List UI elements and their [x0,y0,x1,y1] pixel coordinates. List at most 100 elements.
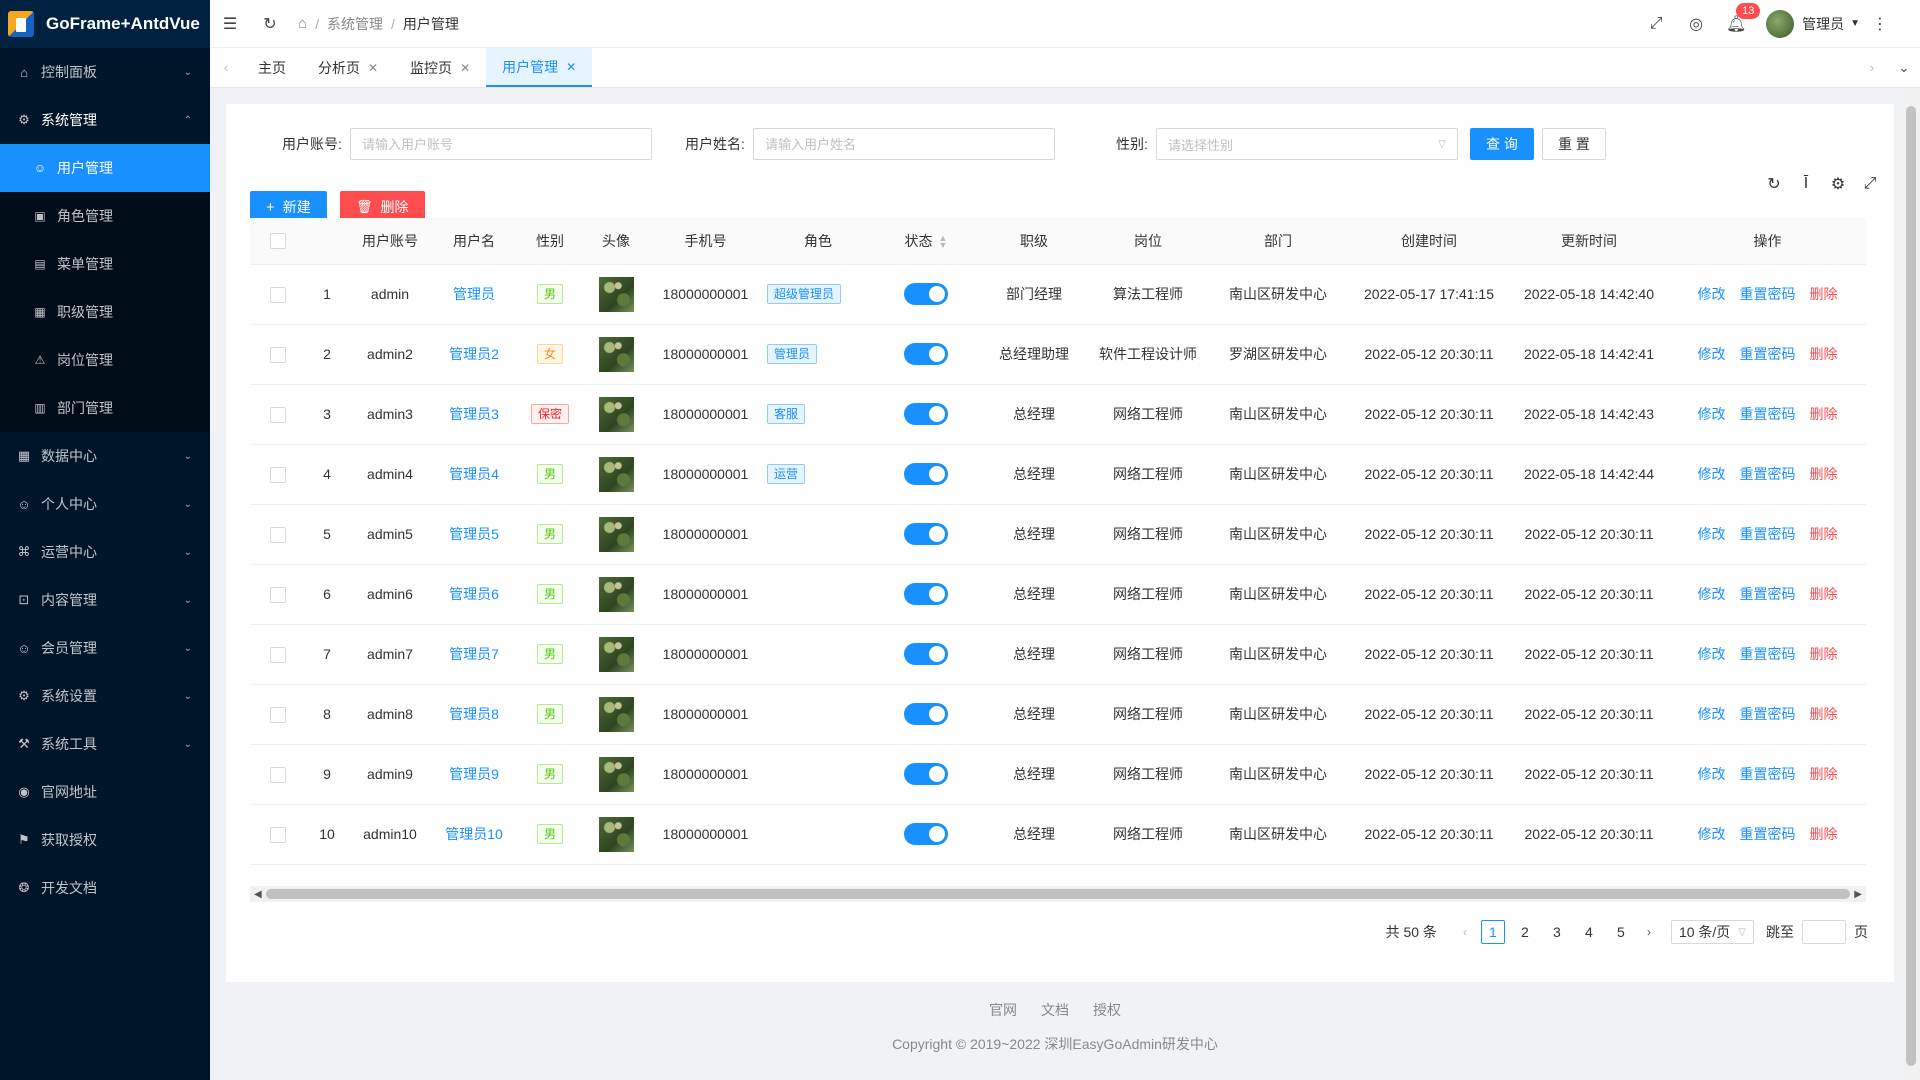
username-link[interactable]: 管理员5 [449,526,499,542]
edit-link[interactable]: 修改 [1698,466,1726,482]
footer-link[interactable]: 授权 [1093,1002,1121,1018]
scrollbar-thumb[interactable] [1906,106,1916,1066]
tab[interactable]: 主页 [242,48,302,87]
sidebar-item[interactable]: ☺ 个人中心 ⌄ [0,480,210,528]
edit-link[interactable]: 修改 [1698,646,1726,662]
footer-link[interactable]: 官网 [989,1002,1017,1018]
more-icon[interactable]: ⋮ [1860,0,1900,48]
jump-input[interactable] [1802,920,1846,944]
close-icon[interactable]: ✕ [460,61,470,75]
reset-password-link[interactable]: 重置密码 [1740,466,1796,482]
sidebar-subitem[interactable]: ▦ 职级管理 [0,288,210,336]
delete-link[interactable]: 删除 [1810,826,1838,842]
footer-link[interactable]: 文档 [1041,1002,1069,1018]
home-icon[interactable]: ⌂ [298,15,307,32]
sidebar-subitem[interactable]: ▥ 部门管理 [0,384,210,432]
row-checkbox[interactable] [270,646,286,663]
sidebar-item[interactable]: ⊡ 内容管理 ⌄ [0,576,210,624]
bell-icon[interactable]: 🔔︎ 13 [1716,0,1761,48]
setting-icon[interactable]: ⚙ [1822,174,1854,194]
reset-password-link[interactable]: 重置密码 [1740,646,1796,662]
delete-link[interactable]: 删除 [1810,286,1838,302]
page-item[interactable]: 3 [1545,920,1569,944]
sidebar-subitem[interactable]: ☺ 用户管理 [0,144,210,192]
scroll-left-icon[interactable]: ◀ [254,889,262,900]
tab[interactable]: 分析页 ✕ [302,48,394,87]
status-switch[interactable] [904,583,948,605]
username-link[interactable]: 管理员4 [449,466,499,482]
close-icon[interactable]: ✕ [566,60,576,74]
page-size-select[interactable]: 10 条/页 ▽ [1670,920,1754,944]
reset-button[interactable]: 重 置 [1542,128,1606,160]
sidebar-item[interactable]: ⚙ 系统设置 ⌄ [0,672,210,720]
page-item[interactable]: 4 [1577,920,1601,944]
delete-link[interactable]: 删除 [1810,346,1838,362]
status-switch[interactable] [904,823,948,845]
reload-icon[interactable]: ↻ [1758,174,1790,194]
row-checkbox[interactable] [270,526,286,543]
delete-link[interactable]: 删除 [1810,646,1838,662]
row-checkbox[interactable] [270,586,286,603]
reset-password-link[interactable]: 重置密码 [1740,346,1796,362]
edit-link[interactable]: 修改 [1698,826,1726,842]
sidebar-subitem[interactable]: ▤ 菜单管理 [0,240,210,288]
language-icon[interactable]: ◎ [1676,0,1716,48]
next-page-icon[interactable]: › [1637,920,1661,944]
status-switch[interactable] [904,283,948,305]
username-link[interactable]: 管理员 [453,286,495,302]
tab-next-icon[interactable]: › [1856,48,1888,87]
status-switch[interactable] [904,523,948,545]
sidebar-item[interactable]: ◉ 官网地址 [0,768,210,816]
logo[interactable]: GoFrame+AntdVue [0,0,210,48]
username-link[interactable]: 管理员3 [449,406,499,422]
status-switch[interactable] [904,343,948,365]
sort-icon[interactable]: ▲ ▼ [939,234,948,250]
reset-password-link[interactable]: 重置密码 [1740,706,1796,722]
username-link[interactable]: 管理员6 [449,586,499,602]
sidebar-subitem[interactable]: ⚠ 岗位管理 [0,336,210,384]
menu-fold-icon[interactable]: ☰ [210,0,250,48]
delete-link[interactable]: 删除 [1810,766,1838,782]
account-input[interactable] [350,128,652,160]
sidebar-item[interactable]: ⚒ 系统工具 ⌄ [0,720,210,768]
delete-link[interactable]: 删除 [1810,586,1838,602]
refresh-icon[interactable]: ↻ [250,0,290,48]
sidebar-item[interactable]: ⚑ 获取授权 [0,816,210,864]
edit-link[interactable]: 修改 [1698,766,1726,782]
user-dropdown[interactable]: 管理员 ▼ [1766,9,1860,38]
sidebar-item[interactable]: ❂ 开发文档 [0,864,210,912]
row-checkbox[interactable] [270,706,286,723]
status-switch[interactable] [904,763,948,785]
status-switch[interactable] [904,703,948,725]
sidebar-item[interactable]: ☺ 会员管理 ⌄ [0,624,210,672]
username-link[interactable]: 管理员7 [449,646,499,662]
delete-link[interactable]: 删除 [1810,406,1838,422]
reset-password-link[interactable]: 重置密码 [1740,526,1796,542]
reset-password-link[interactable]: 重置密码 [1740,586,1796,602]
scroll-right-icon[interactable]: ▶ [1854,889,1862,900]
sidebar-item[interactable]: ⚙ 系统管理 ⌃ [0,96,210,144]
reset-password-link[interactable]: 重置密码 [1740,406,1796,422]
col-status[interactable]: 状态 ▲ ▼ [873,218,979,265]
vertical-scrollbar[interactable] [1902,88,1920,1080]
sidebar-item[interactable]: ⌂ 控制面板 ⌄ [0,48,210,96]
row-checkbox[interactable] [270,346,286,363]
fullscreen-icon[interactable]: ⤢ [1636,0,1676,48]
status-switch[interactable] [904,463,948,485]
gender-select[interactable]: 请选择性别 ▽ [1156,128,1458,160]
horizontal-scrollbar[interactable]: ◀ ▶ [250,886,1866,902]
edit-link[interactable]: 修改 [1698,706,1726,722]
sidebar-subitem[interactable]: ▣ 角色管理 [0,192,210,240]
row-checkbox[interactable] [270,286,286,303]
select-all-checkbox[interactable] [270,233,286,250]
breadcrumb-item[interactable]: 系统管理 [327,14,383,34]
tab[interactable]: 用户管理 ✕ [486,48,593,87]
username-link[interactable]: 管理员8 [449,706,499,722]
username-link[interactable]: 管理员2 [449,346,499,362]
query-button[interactable]: 查 询 [1470,128,1534,160]
sidebar-item[interactable]: ⌘ 运营中心 ⌄ [0,528,210,576]
close-icon[interactable]: ✕ [368,61,378,75]
sidebar-item[interactable]: ▦ 数据中心 ⌄ [0,432,210,480]
status-switch[interactable] [904,403,948,425]
delete-link[interactable]: 删除 [1810,706,1838,722]
